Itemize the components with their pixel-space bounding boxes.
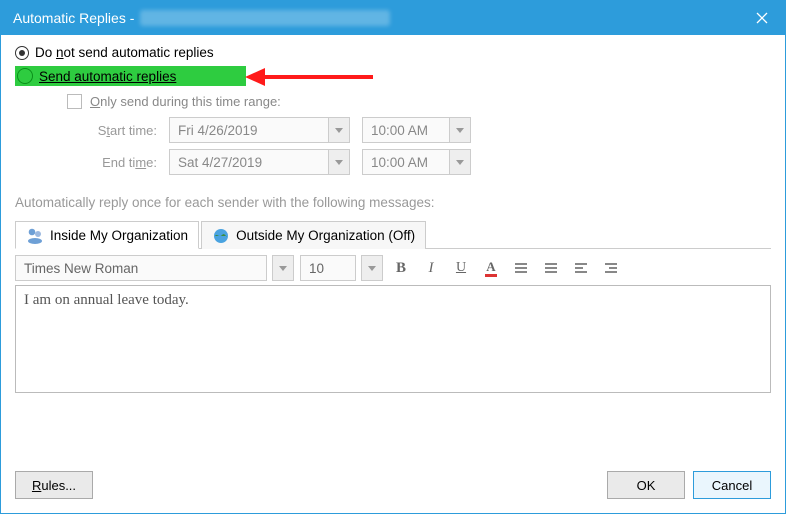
chevron-down-icon (456, 160, 464, 165)
indent-button[interactable] (599, 256, 623, 280)
checkbox-label: Only send during this time range: (90, 94, 281, 109)
people-icon (26, 226, 44, 244)
chevron-down-icon (335, 160, 343, 165)
radio-icon (15, 46, 29, 60)
radio-send[interactable]: Send automatic replies (15, 66, 771, 86)
message-editor[interactable]: I am on annual leave today. (15, 285, 771, 393)
end-time-combo[interactable]: 10:00 AM (362, 149, 450, 175)
info-text: Automatically reply once for each sender… (15, 195, 771, 210)
font-dropdown-button[interactable] (272, 255, 294, 281)
button-bar: Rules... OK Cancel (1, 457, 785, 513)
numbered-list-icon (515, 263, 527, 273)
font-size-dropdown-button[interactable] (361, 255, 383, 281)
italic-button[interactable]: I (419, 256, 443, 280)
tab-outside-org[interactable]: Outside My Organization (Off) (201, 221, 426, 249)
rules-button[interactable]: Rules... (15, 471, 93, 499)
end-time-label: End time: (67, 155, 157, 170)
globe-icon (212, 227, 230, 245)
highlight-annotation: Send automatic replies (15, 66, 246, 86)
cancel-button[interactable]: Cancel (693, 471, 771, 499)
chevron-down-icon (368, 266, 376, 271)
tab-label: Inside My Organization (50, 228, 188, 243)
tab-label: Outside My Organization (Off) (236, 228, 415, 243)
title-account-blurred (140, 10, 390, 26)
end-date-dropdown-button[interactable] (328, 149, 350, 175)
ok-button[interactable]: OK (607, 471, 685, 499)
font-size-combo[interactable]: 10 (300, 255, 356, 281)
time-range-section: Only send during this time range: Start … (67, 94, 771, 181)
radio-icon (17, 68, 33, 84)
start-time-combo[interactable]: 10:00 AM (362, 117, 450, 143)
start-time-dropdown-button[interactable] (449, 117, 471, 143)
automatic-replies-dialog: Automatic Replies - Do not send automati… (0, 0, 786, 514)
radio-label: Send automatic replies (39, 69, 176, 84)
outdent-icon (575, 263, 587, 273)
window-title: Automatic Replies - (13, 10, 134, 26)
editor-toolbar: Times New Roman 10 B I U A (15, 255, 771, 281)
font-combo[interactable]: Times New Roman (15, 255, 267, 281)
bold-button[interactable]: B (389, 256, 413, 280)
title-bar: Automatic Replies - (1, 1, 785, 35)
tab-inside-org[interactable]: Inside My Organization (15, 221, 199, 249)
start-date-combo[interactable]: Fri 4/26/2019 (169, 117, 329, 143)
bullet-list-button[interactable] (539, 256, 563, 280)
chevron-down-icon (335, 128, 343, 133)
bullet-list-icon (545, 263, 557, 273)
radio-label: Do not send automatic replies (35, 45, 214, 60)
checkbox-icon (67, 94, 82, 109)
outdent-button[interactable] (569, 256, 593, 280)
font-color-button[interactable]: A (479, 256, 503, 280)
numbered-list-button[interactable] (509, 256, 533, 280)
tabs: Inside My Organization Outside My Organi… (15, 220, 771, 249)
close-button[interactable] (739, 1, 785, 35)
underline-button[interactable]: U (449, 256, 473, 280)
close-icon (756, 12, 768, 24)
chevron-down-icon (456, 128, 464, 133)
start-date-dropdown-button[interactable] (328, 117, 350, 143)
end-date-combo[interactable]: Sat 4/27/2019 (169, 149, 329, 175)
end-time-dropdown-button[interactable] (449, 149, 471, 175)
chevron-down-icon (279, 266, 287, 271)
radio-do-not-send[interactable]: Do not send automatic replies (15, 45, 771, 60)
start-time-label: Start time: (67, 123, 157, 138)
only-send-checkbox[interactable]: Only send during this time range: (67, 94, 771, 109)
indent-icon (605, 263, 617, 273)
